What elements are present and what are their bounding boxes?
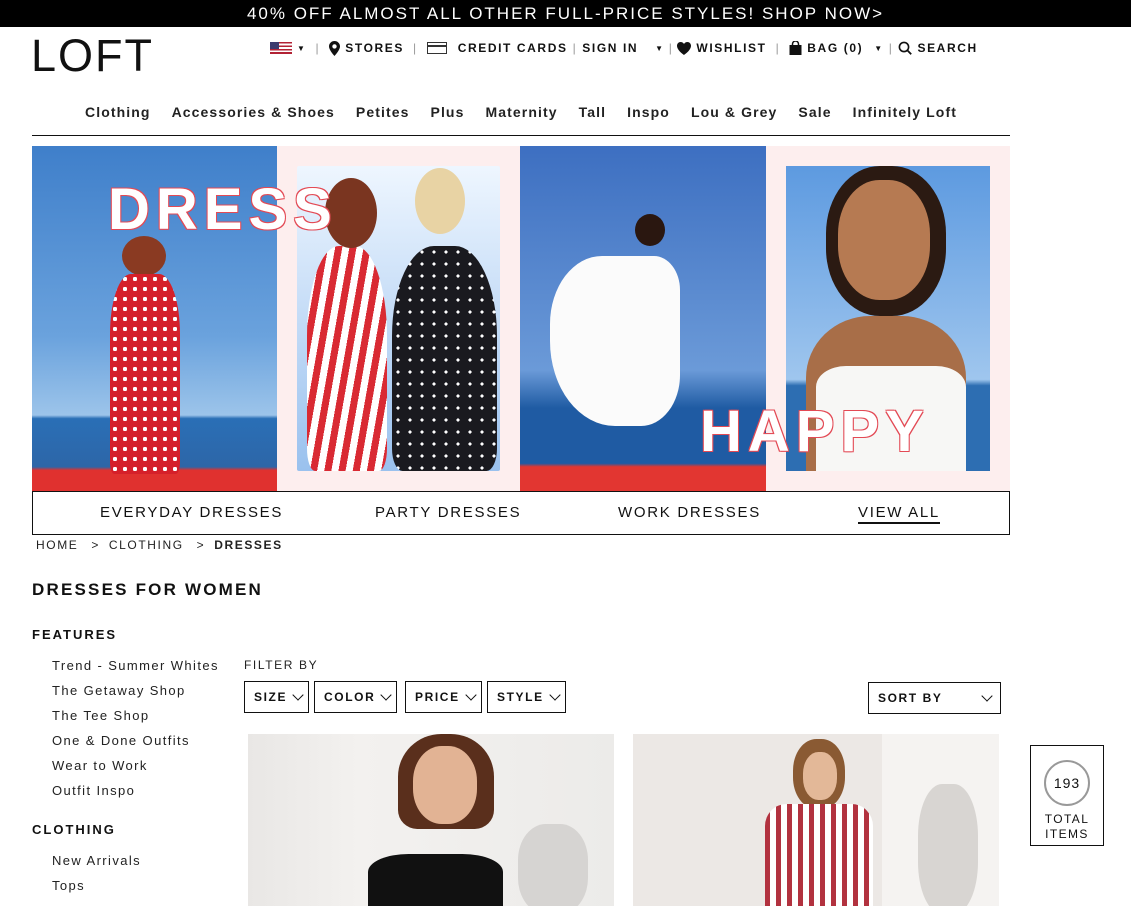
model-figure: [307, 246, 387, 471]
nav-item-lou-grey[interactable]: Lou & Grey: [680, 102, 787, 135]
sidebar-item-tee-shop[interactable]: The Tee Shop: [52, 708, 150, 723]
chevron-down-icon: [549, 689, 561, 701]
category-everyday-dresses[interactable]: EVERYDAY DRESSES: [100, 504, 283, 521]
breadcrumb-home[interactable]: HOME: [36, 538, 78, 552]
nav-item-accessories-shoes[interactable]: Accessories & Shoes: [161, 102, 345, 135]
bag-count: (0): [843, 41, 864, 55]
credit-cards-label: CREDIT CARDS: [457, 41, 568, 55]
dress-category-bar: EVERYDAY DRESSES PARTY DRESSES WORK DRES…: [32, 491, 1010, 535]
stores-label: STORES: [345, 41, 404, 55]
sidebar-heading-features: FEATURES: [32, 627, 118, 642]
nav-item-maternity[interactable]: Maternity: [475, 102, 568, 135]
chevron-down-icon: [380, 689, 393, 701]
bag-link[interactable]: BAG (0) ▼: [789, 41, 883, 55]
total-items-count: 193: [1044, 760, 1090, 806]
category-work-dresses[interactable]: WORK DRESSES: [618, 504, 761, 521]
product-image: [368, 854, 503, 906]
wishlist-label: WISHLIST: [696, 41, 767, 55]
model-figure: [392, 246, 497, 471]
category-view-all[interactable]: VIEW ALL: [858, 504, 940, 524]
filter-price-label: PRICE: [415, 690, 460, 704]
nav-item-inspo[interactable]: Inspo: [617, 102, 681, 135]
sort-by-select[interactable]: SORT BY: [868, 682, 1001, 714]
chevron-down-icon: ▼: [655, 43, 665, 53]
filter-size-label: SIZE: [254, 690, 288, 704]
model-figure: [415, 168, 465, 234]
page-title: DRESSES FOR WOMEN: [32, 580, 264, 599]
product-image: [803, 752, 837, 800]
nav-item-infinitely-loft[interactable]: Infinitely Loft: [842, 102, 967, 135]
nav-item-petites[interactable]: Petites: [345, 102, 420, 135]
location-pin-icon: [329, 40, 341, 56]
hero-banner[interactable]: DRESS HAPPY: [32, 146, 1010, 491]
category-party-dresses[interactable]: PARTY DRESSES: [375, 504, 521, 521]
search-label: SEARCH: [917, 41, 978, 55]
breadcrumb: HOME > CLOTHING > DRESSES: [36, 538, 283, 552]
product-image: [765, 804, 873, 906]
product-image: [918, 784, 978, 906]
heart-icon: [677, 41, 692, 55]
sidebar-item-trend-summer-whites[interactable]: Trend - Summer Whites: [52, 658, 219, 673]
breadcrumb-separator: >: [196, 538, 206, 552]
product-image: [518, 824, 588, 906]
hero-headline-dress: DRESS: [108, 177, 338, 242]
sidebar-item-tops[interactable]: Tops: [52, 878, 85, 893]
model-figure: [550, 256, 680, 426]
chevron-down-icon: [465, 689, 477, 701]
total-items-badge: 193 TOTAL ITEMS: [1030, 745, 1104, 846]
sidebar-item-wear-to-work[interactable]: Wear to Work: [52, 758, 148, 773]
filter-style-button[interactable]: STYLE: [487, 681, 566, 713]
search-icon: [899, 41, 913, 55]
model-figure: [110, 274, 180, 474]
sign-in-label: SIGN IN: [582, 41, 639, 55]
wishlist-link[interactable]: WISHLIST: [677, 41, 766, 55]
nav-item-tall[interactable]: Tall: [568, 102, 616, 135]
product-tile[interactable]: [633, 734, 999, 906]
sort-by-label: SORT BY: [878, 691, 943, 705]
bag-label: BAG: [807, 41, 839, 55]
nav-item-plus[interactable]: Plus: [420, 102, 475, 135]
total-items-label: TOTAL: [1044, 812, 1090, 826]
breadcrumb-clothing[interactable]: CLOTHING: [109, 538, 184, 552]
chevron-down-icon: [292, 689, 304, 701]
product-image: [413, 746, 477, 824]
search-link[interactable]: SEARCH: [898, 41, 977, 55]
filter-by-label: FILTER BY: [244, 658, 319, 672]
model-figure: [635, 214, 665, 246]
hero-headline-happy: HAPPY: [700, 399, 930, 464]
sidebar-item-getaway-shop[interactable]: The Getaway Shop: [52, 683, 186, 698]
model-figure: [838, 180, 930, 300]
stores-link[interactable]: STORES: [329, 40, 404, 56]
country-selector[interactable]: ▼: [270, 42, 307, 54]
nav-item-clothing[interactable]: Clothing: [75, 102, 162, 135]
filter-color-button[interactable]: COLOR: [314, 681, 398, 713]
us-flag-icon: [270, 42, 292, 54]
sidebar-item-one-done-outfits[interactable]: One & Done Outfits: [52, 733, 190, 748]
product-tile[interactable]: [248, 734, 614, 906]
sidebar-item-outfit-inspo[interactable]: Outfit Inspo: [52, 783, 135, 798]
chevron-down-icon: [981, 690, 993, 702]
filter-style-label: STYLE: [497, 690, 544, 704]
filter-price-button[interactable]: PRICE: [405, 681, 482, 713]
utility-bar: ▼ | STORES | CREDIT CARDS | SIGN IN ▼ | …: [270, 40, 978, 56]
sidebar-heading-clothing: CLOTHING: [32, 822, 116, 837]
breadcrumb-separator: >: [91, 538, 100, 552]
sign-in-link[interactable]: SIGN IN ▼: [582, 41, 664, 55]
main-nav: Clothing Accessories & Shoes Petites Plu…: [32, 102, 1010, 136]
total-items-label: ITEMS: [1045, 827, 1089, 841]
sidebar-item-new-arrivals[interactable]: New Arrivals: [52, 853, 141, 868]
filter-size-button[interactable]: SIZE: [244, 681, 310, 713]
credit-cards-link[interactable]: CREDIT CARDS: [426, 41, 568, 55]
filter-color-label: COLOR: [324, 690, 376, 704]
shopping-bag-icon: [789, 41, 802, 55]
chevron-down-icon: ▼: [874, 43, 884, 53]
promo-banner[interactable]: 40% OFF ALMOST ALL OTHER FULL-PRICE STYL…: [0, 0, 1131, 27]
breadcrumb-current: DRESSES: [214, 538, 283, 552]
credit-card-icon: [426, 42, 447, 54]
chevron-down-icon: ▼: [297, 43, 307, 53]
loft-logo[interactable]: LOFT: [31, 33, 154, 78]
nav-item-sale[interactable]: Sale: [788, 102, 842, 135]
